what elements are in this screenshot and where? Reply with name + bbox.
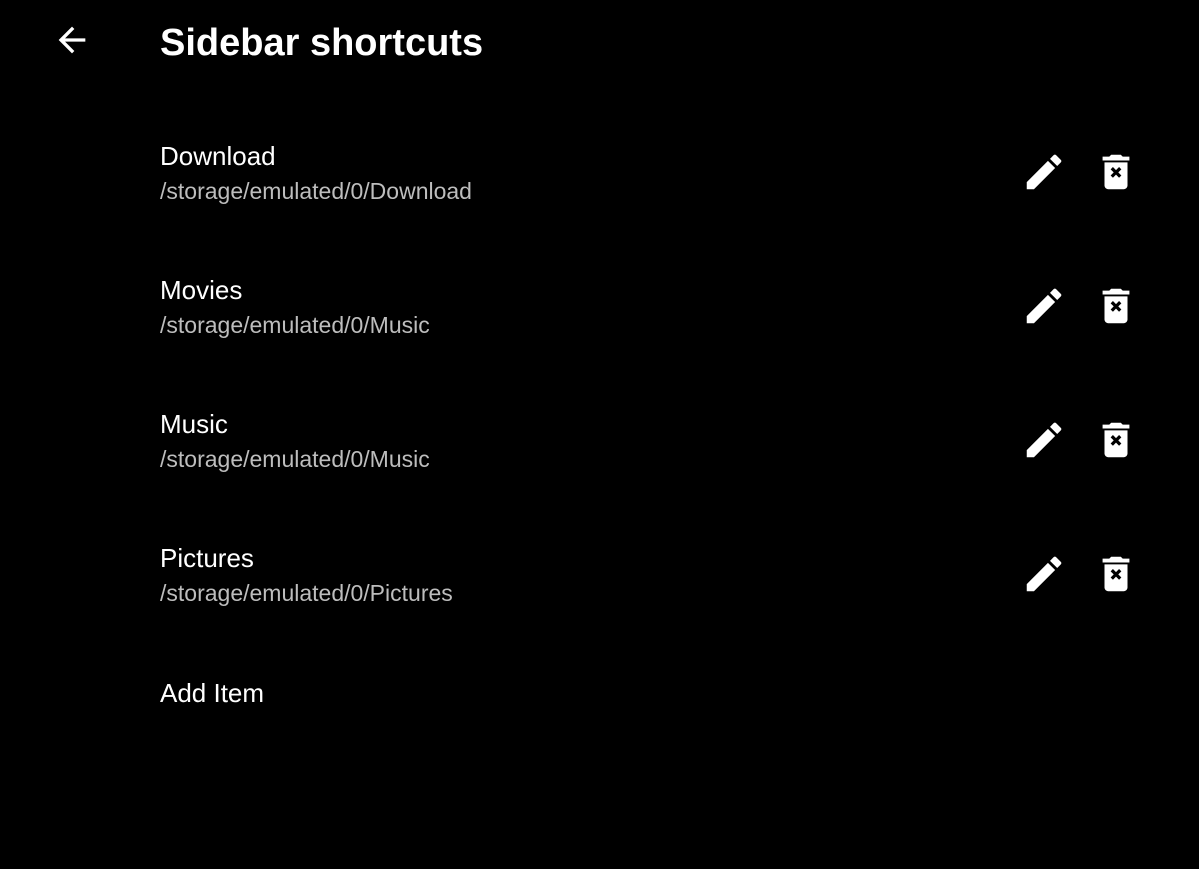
shortcut-name: Movies bbox=[160, 275, 243, 305]
edit-button[interactable] bbox=[1020, 282, 1068, 330]
delete-button[interactable] bbox=[1092, 550, 1140, 598]
add-item-button[interactable]: Add Item bbox=[160, 674, 264, 712]
shortcut-item-music[interactable]: Music /storage/emulated/0/Music bbox=[0, 374, 1199, 508]
pencil-icon bbox=[1026, 288, 1062, 324]
shortcut-path: /storage/emulated/0/Music bbox=[160, 312, 430, 338]
edit-button[interactable] bbox=[1020, 416, 1068, 464]
page-title: Sidebar shortcuts bbox=[160, 22, 484, 64]
trash-icon bbox=[1102, 154, 1130, 190]
delete-button[interactable] bbox=[1092, 148, 1140, 196]
delete-button[interactable] bbox=[1092, 282, 1140, 330]
shortcut-path: /storage/emulated/0/Download bbox=[160, 178, 472, 204]
pencil-icon bbox=[1026, 154, 1062, 190]
shortcut-text: Pictures /storage/emulated/0/Pictures bbox=[160, 540, 453, 610]
shortcut-name: Download bbox=[160, 141, 276, 171]
shortcut-item-movies[interactable]: Movies /storage/emulated/0/Music bbox=[0, 240, 1199, 374]
trash-icon bbox=[1102, 288, 1130, 324]
pencil-icon bbox=[1026, 556, 1062, 592]
shortcut-path: /storage/emulated/0/Music bbox=[160, 446, 430, 472]
back-button[interactable] bbox=[48, 16, 96, 64]
shortcut-text: Music /storage/emulated/0/Music bbox=[160, 406, 430, 476]
app-bar: Sidebar shortcuts bbox=[0, 0, 1199, 88]
shortcut-list: Download /storage/emulated/0/Download Mo… bbox=[0, 106, 1199, 642]
shortcut-text: Download /storage/emulated/0/Download bbox=[160, 138, 472, 208]
shortcut-name: Music bbox=[160, 409, 228, 439]
shortcut-text: Movies /storage/emulated/0/Music bbox=[160, 272, 430, 342]
shortcut-item-download[interactable]: Download /storage/emulated/0/Download bbox=[0, 106, 1199, 240]
shortcut-path: /storage/emulated/0/Pictures bbox=[160, 580, 453, 606]
delete-button[interactable] bbox=[1092, 416, 1140, 464]
trash-icon bbox=[1102, 556, 1130, 592]
edit-button[interactable] bbox=[1020, 550, 1068, 598]
edit-button[interactable] bbox=[1020, 148, 1068, 196]
arrow-back-icon bbox=[58, 26, 86, 54]
trash-icon bbox=[1102, 422, 1130, 458]
shortcut-name: Pictures bbox=[160, 543, 254, 573]
shortcut-item-pictures[interactable]: Pictures /storage/emulated/0/Pictures bbox=[0, 508, 1199, 642]
pencil-icon bbox=[1026, 422, 1062, 458]
